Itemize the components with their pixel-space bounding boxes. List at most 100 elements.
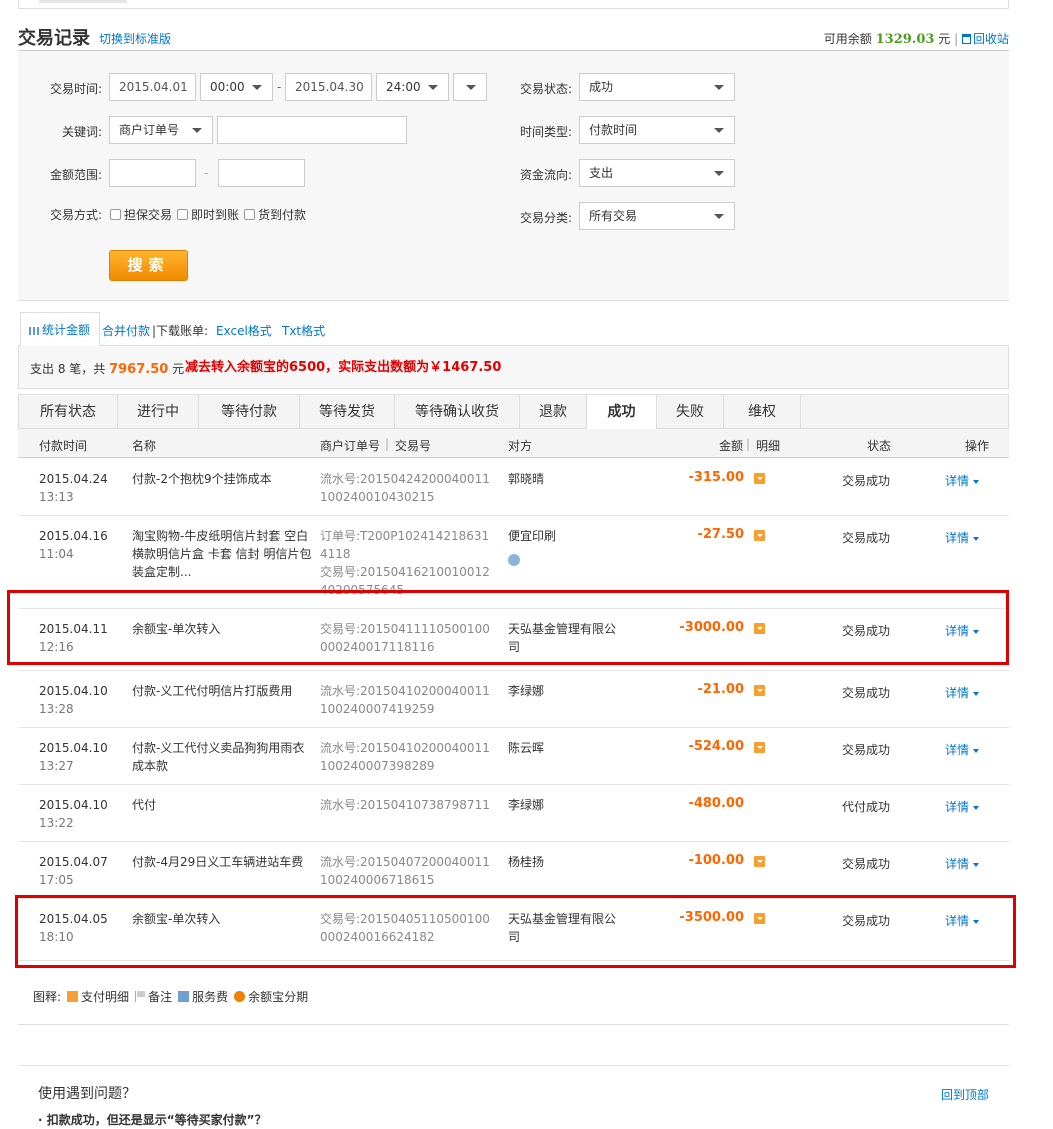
row-detail-link[interactable]: 详情 bbox=[945, 529, 980, 546]
table-row: 2015.04.11 12:16 余额宝-单次转入 交易号:20150411110… bbox=[18, 609, 1009, 671]
keyword-label: 关键词: bbox=[61, 125, 102, 139]
row-number: 流水号:20150424200040011100240010430215 bbox=[320, 472, 490, 504]
merge-pay-link[interactable]: 合并付款 bbox=[102, 322, 150, 339]
end-time-value: 24:00 bbox=[386, 80, 421, 94]
row-detail-link[interactable]: 详情 bbox=[945, 741, 980, 758]
tab-failed[interactable]: 失败 bbox=[657, 395, 724, 429]
chevron-down-icon bbox=[714, 128, 724, 133]
payment-detail-icon[interactable] bbox=[754, 913, 765, 924]
table-row: 2015.04.16 11:04 淘宝购物-牛皮纸明信片封套 空白横款明信片盒 卡… bbox=[18, 516, 1009, 609]
help-question-link[interactable]: · 扣款成功，但还是显示“等待买家付款”？ bbox=[38, 1111, 267, 1128]
row-status: 交易成功 bbox=[842, 474, 891, 488]
checkbox-icon bbox=[110, 209, 121, 220]
row-detail-link[interactable]: 详情 bbox=[945, 798, 980, 815]
header-op: 操作 bbox=[965, 439, 990, 453]
method-checkbox-escrow[interactable]: 担保交易 bbox=[110, 206, 172, 223]
method-checkbox-cod[interactable]: 货到付款 bbox=[244, 206, 306, 223]
caret-down-icon bbox=[973, 748, 980, 753]
row-datetime: 2015.04.10 13:22 bbox=[39, 796, 108, 832]
header-time: 付款时间 bbox=[39, 439, 88, 453]
back-to-top-link[interactable]: 回到顶部 bbox=[941, 1086, 989, 1103]
clock-icon bbox=[234, 991, 246, 1002]
row-date: 2015.04.11 bbox=[39, 622, 108, 636]
row-detail-link[interactable]: 详情 bbox=[945, 684, 980, 701]
row-detail-link[interactable]: 详情 bbox=[945, 912, 980, 929]
row-amount: -100.00 bbox=[688, 853, 744, 868]
chevron-down-icon bbox=[192, 128, 202, 133]
method-cod-label: 货到付款 bbox=[258, 208, 307, 222]
chevron-down-icon bbox=[714, 85, 724, 90]
row-date: 2015.04.16 bbox=[39, 529, 108, 543]
download-label: |下载账单: bbox=[152, 324, 209, 338]
tab-dispute[interactable]: 维权 bbox=[724, 395, 801, 429]
search-button[interactable]: 搜索 bbox=[109, 250, 188, 281]
legend-service-fee: 服务费 bbox=[178, 988, 228, 1005]
legend-yuebao-label: 余额宝分期 bbox=[248, 990, 309, 1004]
row-detail-link[interactable]: 详情 bbox=[945, 855, 980, 872]
tab-await-shipping[interactable]: 等待发货 bbox=[300, 395, 395, 429]
row-name: 余额宝-单次转入 bbox=[132, 622, 221, 636]
tab-refund[interactable]: 退款 bbox=[520, 395, 587, 429]
table-row: 2015.04.07 17:05 付款-4月29日义工车辆进站车费 流水号:201… bbox=[18, 842, 1009, 899]
payment-detail-icon[interactable] bbox=[754, 623, 765, 634]
payment-detail-icon[interactable] bbox=[754, 685, 765, 696]
keyword-input[interactable] bbox=[217, 116, 407, 144]
category-select[interactable]: 所有交易 bbox=[579, 202, 735, 230]
tab-await-payment[interactable]: 等待付款 bbox=[199, 395, 300, 429]
method-escrow-label: 担保交易 bbox=[124, 208, 173, 222]
excel-download-link[interactable]: Excel格式 bbox=[216, 322, 272, 339]
header-sep2: | bbox=[746, 437, 751, 451]
row-number: 流水号:20150407200040011100240006718615 bbox=[320, 855, 490, 887]
row-detail-label: 详情 bbox=[945, 686, 970, 700]
switch-standard-link[interactable]: 切换到标准版 bbox=[99, 30, 171, 47]
summary-unit: 元 bbox=[172, 362, 185, 376]
row-order-number: 订单号:T200P1024142186314118 bbox=[320, 529, 490, 561]
row-detail-link[interactable]: 详情 bbox=[945, 622, 980, 639]
keyword-type-select[interactable]: 商户订单号 bbox=[109, 116, 213, 144]
header-order: 商户订单号 bbox=[320, 439, 381, 453]
payment-detail-icon[interactable] bbox=[754, 856, 765, 867]
tab-in-progress[interactable]: 进行中 bbox=[118, 395, 199, 429]
payment-detail-icon[interactable] bbox=[754, 530, 765, 541]
summary-bar: 支出 8 笔，共 7967.50 元 减去转入余额宝的6500，实际支出数额为￥… bbox=[18, 346, 1009, 389]
row-detail-label: 详情 bbox=[945, 624, 970, 638]
tab-statistics[interactable]: 统计金额 bbox=[20, 312, 100, 347]
end-time-select[interactable]: 24:00 bbox=[376, 73, 449, 101]
chevron-down-icon bbox=[428, 85, 438, 90]
chevron-down-icon bbox=[714, 214, 724, 219]
time-label: 交易时间: bbox=[49, 82, 102, 96]
end-date-input[interactable]: 2015.04.30 bbox=[285, 73, 372, 101]
row-time: 17:05 bbox=[39, 873, 74, 887]
help-title: 使用遇到问题？ bbox=[38, 1086, 136, 1102]
tab-all-status[interactable]: 所有状态 bbox=[19, 395, 118, 429]
txt-download-link[interactable]: Txt格式 bbox=[282, 322, 325, 339]
caret-down-icon bbox=[973, 862, 980, 867]
row-detail-link[interactable]: 详情 bbox=[945, 472, 980, 489]
balance-amount: 1329.03 bbox=[875, 32, 935, 47]
row-amount: -3000.00 bbox=[679, 620, 744, 635]
row-name: 余额宝-单次转入 bbox=[132, 912, 221, 926]
amount-min-input[interactable] bbox=[109, 159, 196, 187]
row-time: 13:28 bbox=[39, 702, 74, 716]
chevron-down-icon bbox=[252, 85, 262, 90]
payment-detail-icon[interactable] bbox=[754, 473, 765, 484]
row-party: 天弘基金管理有限公司 bbox=[508, 622, 617, 654]
amount-max-input[interactable] bbox=[218, 159, 305, 187]
time-type-select[interactable]: 付款时间 bbox=[579, 116, 735, 144]
tab-success[interactable]: 成功 bbox=[587, 395, 657, 430]
flow-select[interactable]: 支出 bbox=[579, 159, 735, 187]
row-name: 淘宝购物-牛皮纸明信片封套 空白横款明信片盒 卡套 信封 明信片包装盒定制... bbox=[132, 529, 312, 579]
date-range-dropdown[interactable] bbox=[453, 73, 487, 101]
start-time-select[interactable]: 00:00 bbox=[200, 73, 273, 101]
tab-await-confirm[interactable]: 等待确认收货 bbox=[395, 395, 520, 429]
legend-divider bbox=[18, 1024, 1009, 1025]
method-checkbox-instant[interactable]: 即时到账 bbox=[177, 206, 239, 223]
header-status: 状态 bbox=[867, 439, 892, 453]
start-date-input[interactable]: 2015.04.01 bbox=[109, 73, 196, 101]
recycle-bin-link[interactable]: 回收站 bbox=[961, 32, 1009, 46]
row-status: 交易成功 bbox=[842, 686, 891, 700]
date-dash: - bbox=[277, 80, 282, 94]
payment-detail-icon[interactable] bbox=[754, 742, 765, 753]
legend: 图释: 支付明细 备注 服务费 余额宝分期 bbox=[33, 988, 308, 1005]
status-select[interactable]: 成功 bbox=[579, 73, 735, 101]
